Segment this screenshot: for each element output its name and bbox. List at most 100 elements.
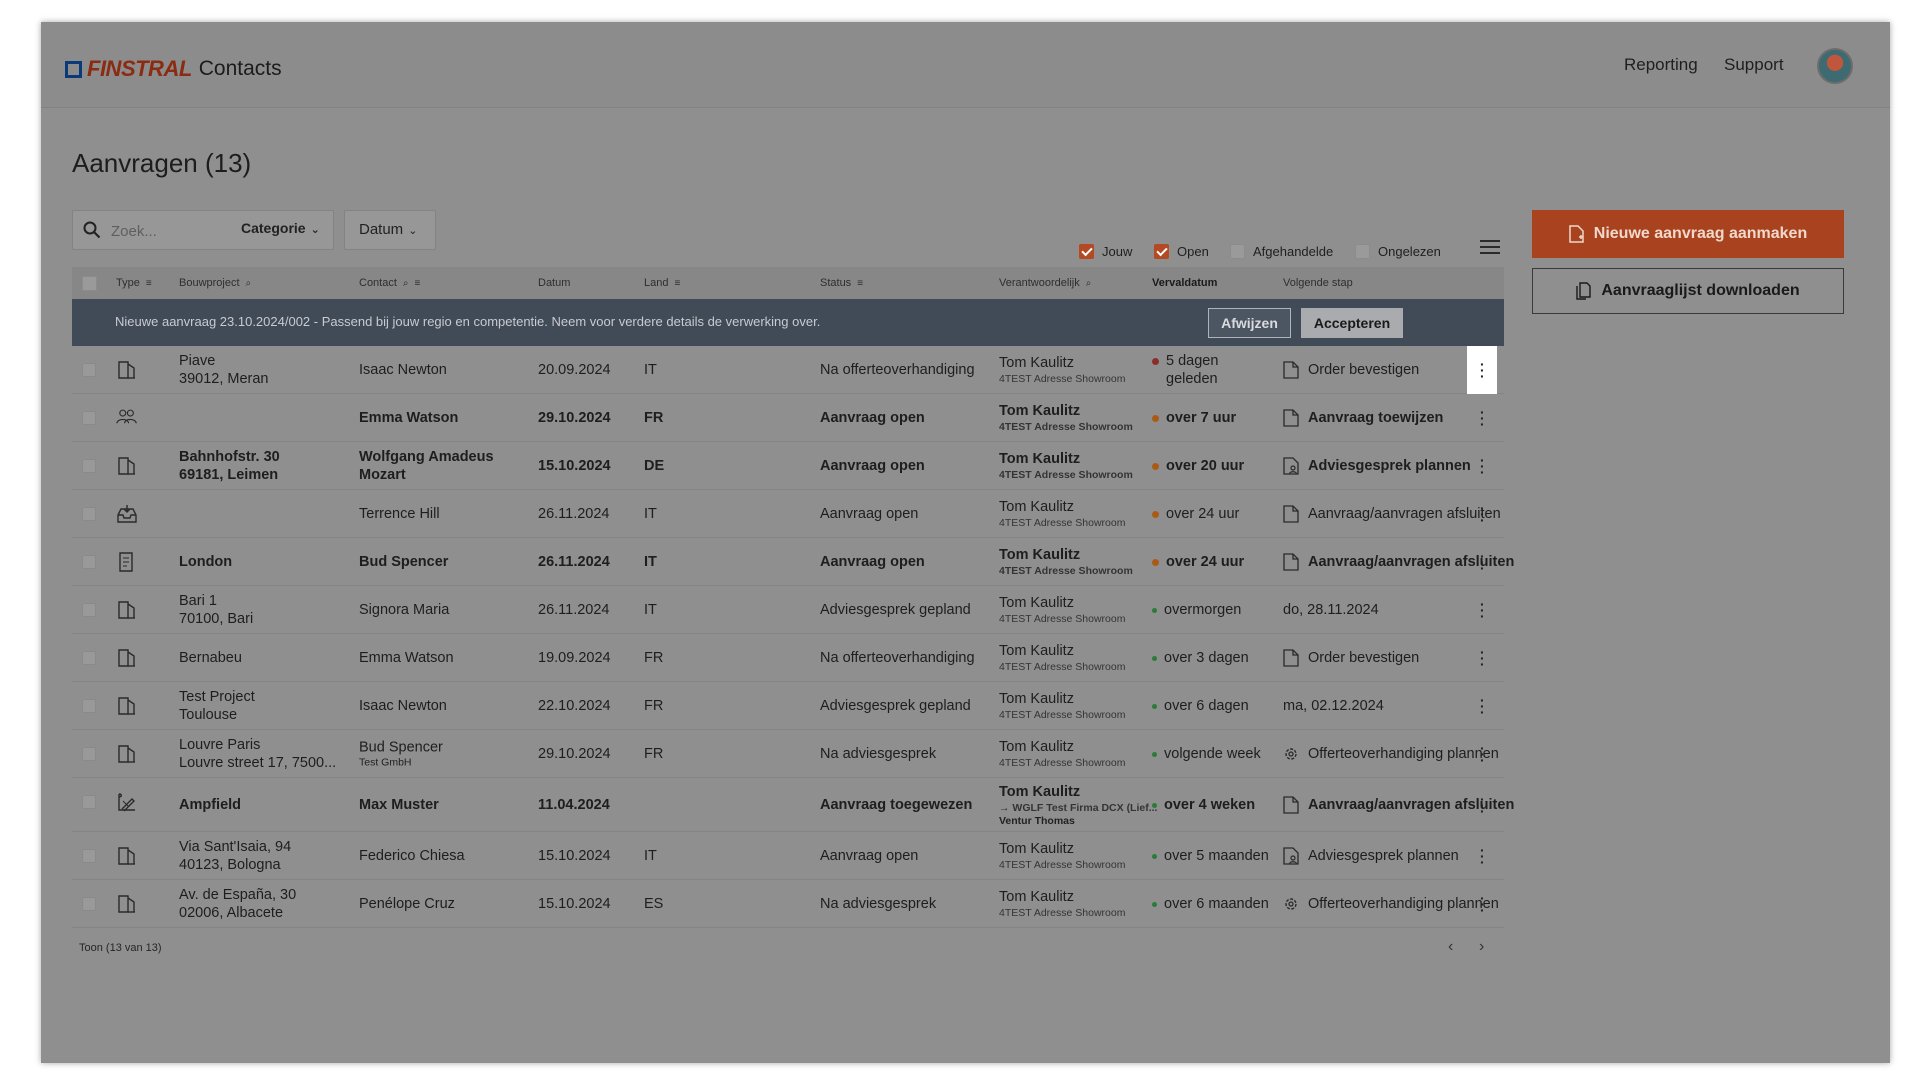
next-step-cell[interactable]: Order bevestigen (1283, 360, 1419, 379)
row-menu-button[interactable]: · · · (1467, 730, 1497, 778)
row-menu-button[interactable]: · · · (1467, 394, 1497, 442)
logo[interactable]: FINSTRAL Contacts (65, 56, 282, 82)
window-door-icon (116, 846, 138, 866)
categorie-dropdown[interactable]: Categorie ⌄ (241, 220, 320, 236)
next-step-cell[interactable]: Aanvraag toewijzen (1283, 408, 1443, 427)
row-checkbox[interactable] (82, 897, 96, 911)
due-text: over 6 dagen (1164, 697, 1249, 714)
col-verantwoordelijk[interactable]: Verantwoordelijk ⌕ (999, 277, 1091, 289)
filter-open[interactable]: Open (1154, 244, 1209, 259)
col-datum[interactable]: Datum (538, 277, 570, 289)
col-vervaldatum[interactable]: Vervaldatum (1152, 277, 1217, 289)
chevron-left-icon[interactable]: ‹ (1448, 938, 1453, 956)
checkbox-checked[interactable] (1079, 244, 1094, 259)
table-row[interactable]: Ampfield Max Muster 11.04.2024 Aanvraag … (72, 778, 1514, 832)
col-volgende-stap[interactable]: Volgende stap (1283, 277, 1353, 289)
table-row[interactable]: Test Project Toulouse Isaac Newton 22.10… (72, 682, 1504, 730)
datum-dropdown[interactable]: Datum ⌄ (344, 210, 436, 250)
row-checkbox[interactable] (82, 699, 96, 713)
new-request-label: Nieuwe aanvraag aanmaken (1593, 225, 1808, 242)
responsible-sub: Ventur Thomas (999, 814, 1075, 827)
avatar[interactable] (1817, 48, 1853, 84)
col-type[interactable]: Type ≡ (116, 277, 152, 289)
due-text: over 6 maanden (1164, 895, 1269, 912)
checkbox-unchecked[interactable] (1355, 244, 1370, 259)
row-checkbox[interactable] (82, 747, 96, 761)
nav-reporting[interactable]: Reporting (1624, 55, 1698, 75)
select-all-checkbox[interactable] (82, 276, 97, 291)
search-icon[interactable]: ⌕ (403, 278, 409, 289)
table-row[interactable]: Louvre Paris Louvre street 17, 7500... B… (72, 730, 1504, 778)
row-checkbox[interactable] (82, 651, 96, 665)
checkbox-unchecked[interactable] (1230, 244, 1245, 259)
next-step-cell[interactable]: do, 28.11.2024 (1283, 601, 1379, 619)
row-menu-button[interactable]: · · · (1467, 346, 1497, 394)
contact-cell: Terrence Hill (359, 505, 529, 523)
table-row[interactable]: Piave 39012, Meran Isaac Newton 20.09.20… (72, 346, 1504, 394)
table-row[interactable]: Bahnhofstr. 30 69181, Leimen Wolfgang Am… (72, 442, 1504, 490)
row-checkbox[interactable] (82, 363, 96, 377)
filter-ongelezen[interactable]: Ongelezen (1355, 244, 1441, 259)
next-step-cell[interactable]: Adviesgesprek plannen (1283, 456, 1471, 475)
search-icon[interactable]: ⌕ (1086, 278, 1092, 289)
row-checkbox[interactable] (82, 795, 96, 809)
contact-name: Signora Maria (359, 601, 450, 618)
filter-icon[interactable]: ≡ (415, 278, 421, 289)
table-row[interactable]: Terrence Hill 26.11.2024 IT Aanvraag ope… (72, 490, 1504, 538)
chevron-right-icon[interactable]: › (1479, 938, 1484, 956)
table-row[interactable]: Via Sant'Isaia, 94 40123, Bologna Federi… (72, 832, 1504, 880)
search-input[interactable] (111, 220, 231, 242)
row-checkbox[interactable] (82, 507, 96, 521)
filter-icon[interactable]: ≡ (674, 278, 680, 289)
table-row[interactable]: Bernabeu Emma Watson 19.09.2024 FR Na of… (72, 634, 1504, 682)
responsible-cell: Tom Kaulitz 4TEST Adresse Showroom (999, 594, 1171, 626)
table-row[interactable]: Av. de España, 30 02006, Albacete Penélo… (72, 880, 1504, 928)
chevron-down-icon: ⌄ (408, 225, 418, 237)
checkbox-checked[interactable] (1154, 244, 1169, 259)
table-row[interactable]: London Bud Spencer 26.11.2024 IT Aanvraa… (72, 538, 1514, 586)
row-menu-button[interactable]: · · · (1467, 634, 1497, 682)
col-contact[interactable]: Contact ⌕ ≡ (359, 277, 420, 289)
reject-button[interactable]: Afwijzen (1208, 308, 1291, 338)
filter-icon[interactable]: ≡ (146, 278, 152, 289)
row-checkbox[interactable] (82, 555, 96, 569)
row-menu-button[interactable]: · · · (1467, 586, 1497, 634)
more-vertical-icon: · · · (1480, 452, 1485, 480)
responsible-location: 4TEST Adresse Showroom (999, 372, 1126, 385)
row-menu-button[interactable]: · · · (1467, 538, 1497, 586)
responsible-cell: Tom Kaulitz 4TEST Adresse Showroom (999, 642, 1171, 674)
row-checkbox[interactable] (82, 459, 96, 473)
row-checkbox[interactable] (82, 411, 96, 425)
row-menu-button[interactable]: · · · (1467, 682, 1497, 730)
hamburger-icon[interactable] (1480, 240, 1500, 258)
row-menu-button[interactable]: · · · (1467, 880, 1497, 928)
due-text: overmorgen (1164, 601, 1242, 618)
row-menu-button[interactable]: · · · (1467, 490, 1497, 538)
new-request-button[interactable]: Nieuwe aanvraag aanmaken (1532, 210, 1844, 258)
download-list-button[interactable]: Aanvraaglijst downloaden (1532, 268, 1844, 314)
nav-support[interactable]: Support (1724, 55, 1784, 75)
row-checkbox[interactable] (82, 849, 96, 863)
row-menu-button[interactable]: · · · (1467, 442, 1497, 490)
next-step-cell[interactable]: ma, 02.12.2024 (1283, 697, 1384, 715)
row-checkbox[interactable] (82, 603, 96, 617)
due-status-dot (1152, 853, 1157, 859)
table-row[interactable]: Bari 1 70100, Bari Signora Maria 26.11.2… (72, 586, 1504, 634)
accept-button[interactable]: Accepteren (1301, 308, 1403, 338)
filter-afgehandelde[interactable]: Afgehandelde (1230, 244, 1333, 259)
search-icon[interactable]: ⌕ (246, 278, 252, 289)
next-step-cell[interactable]: Order bevestigen (1283, 648, 1419, 667)
col-status[interactable]: Status ≡ (820, 277, 863, 289)
due-text: over 7 uur (1166, 409, 1237, 426)
project-line2: 39012, Meran (179, 370, 269, 387)
col-land[interactable]: Land ≡ (644, 277, 680, 289)
due-text: over 20 uur (1166, 457, 1245, 474)
filter-icon[interactable]: ≡ (857, 278, 863, 289)
filter-jouw[interactable]: Jouw (1079, 244, 1132, 259)
table-row[interactable]: Emma Watson 29.10.2024 FR Aanvraag open … (72, 394, 1504, 442)
next-step-cell[interactable]: Adviesgesprek plannen (1283, 846, 1459, 865)
row-menu-button[interactable]: · · · (1467, 778, 1497, 832)
row-menu-button[interactable]: · · · (1467, 832, 1497, 880)
col-bouwproject[interactable]: Bouwproject ⌕ (179, 277, 251, 289)
document-icon (1283, 795, 1299, 814)
